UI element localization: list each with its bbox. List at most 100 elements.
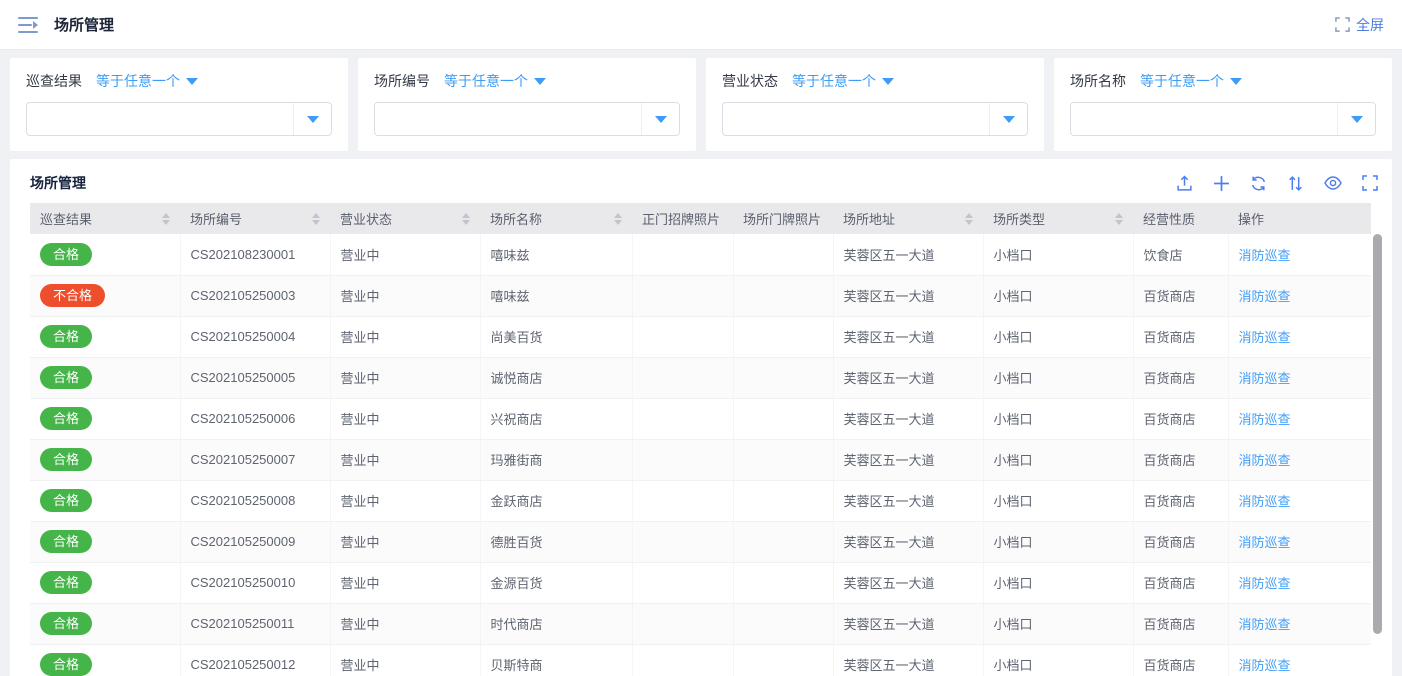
chevron-down-icon bbox=[655, 116, 667, 123]
fire-inspection-link[interactable]: 消防巡查 bbox=[1239, 658, 1291, 673]
cell-type: 小档口 bbox=[983, 562, 1133, 603]
column-header-result[interactable]: 巡查结果 bbox=[30, 203, 180, 234]
cell-front_photo bbox=[632, 275, 733, 316]
sort-carets-icon[interactable] bbox=[965, 213, 973, 225]
sort-icon[interactable] bbox=[1287, 175, 1304, 192]
cell-nature: 百货商店 bbox=[1133, 521, 1228, 562]
cell-address: 芙蓉区五一大道 bbox=[833, 398, 983, 439]
chevron-down-icon bbox=[186, 78, 198, 85]
fire-inspection-link[interactable]: 消防巡查 bbox=[1239, 494, 1291, 509]
table-scrollbar[interactable] bbox=[1373, 234, 1380, 676]
inspection-result-select[interactable] bbox=[26, 102, 332, 136]
filter-label: 巡查结果 bbox=[26, 71, 82, 91]
view-columns-icon[interactable] bbox=[1324, 174, 1342, 192]
cell-name: 金源百货 bbox=[480, 562, 632, 603]
filter-label: 营业状态 bbox=[722, 71, 778, 91]
filter-operator-dropdown[interactable]: 等于任意一个 bbox=[792, 71, 894, 91]
cell-nature: 百货商店 bbox=[1133, 275, 1228, 316]
fire-inspection-link[interactable]: 消防巡查 bbox=[1239, 248, 1291, 263]
cell-plate_photo bbox=[733, 316, 833, 357]
column-header-name[interactable]: 场所名称 bbox=[480, 203, 632, 234]
fire-inspection-link[interactable]: 消防巡查 bbox=[1239, 535, 1291, 550]
cell-front_photo bbox=[632, 603, 733, 644]
cell-result: 合格 bbox=[30, 316, 180, 357]
cell-action: 消防巡查 bbox=[1228, 275, 1371, 316]
column-header-status[interactable]: 营业状态 bbox=[330, 203, 480, 234]
cell-front_photo bbox=[632, 234, 733, 275]
sort-carets-icon[interactable] bbox=[1115, 213, 1123, 225]
sort-carets-icon[interactable] bbox=[312, 213, 320, 225]
cell-result: 不合格 bbox=[30, 275, 180, 316]
column-header-code[interactable]: 场所编号 bbox=[180, 203, 330, 234]
cell-code: CS202105250012 bbox=[180, 644, 330, 676]
table-header-row: 巡查结果场所编号营业状态场所名称正门招牌照片场所门牌照片场所地址场所类型经营性质… bbox=[30, 203, 1371, 234]
fullscreen-button[interactable]: 全屏 bbox=[1335, 15, 1384, 35]
add-icon[interactable] bbox=[1213, 175, 1230, 192]
fire-inspection-link[interactable]: 消防巡查 bbox=[1239, 576, 1291, 591]
filter-operator-dropdown[interactable]: 等于任意一个 bbox=[444, 71, 546, 91]
cell-name: 嘻味兹 bbox=[480, 234, 632, 275]
fire-inspection-link[interactable]: 消防巡查 bbox=[1239, 371, 1291, 386]
fire-inspection-link[interactable]: 消防巡查 bbox=[1239, 453, 1291, 468]
page-title: 场所管理 bbox=[54, 14, 114, 35]
filter-operator-dropdown[interactable]: 等于任意一个 bbox=[96, 71, 198, 91]
cell-plate_photo bbox=[733, 439, 833, 480]
cell-action: 消防巡查 bbox=[1228, 316, 1371, 357]
column-header-plate_photo: 场所门牌照片 bbox=[733, 203, 833, 234]
table-fullscreen-icon[interactable] bbox=[1362, 175, 1378, 191]
cell-result: 合格 bbox=[30, 603, 180, 644]
sort-carets-icon[interactable] bbox=[162, 213, 170, 225]
sort-carets-icon[interactable] bbox=[614, 213, 622, 225]
cell-type: 小档口 bbox=[983, 439, 1133, 480]
chevron-down-icon bbox=[534, 78, 546, 85]
cell-plate_photo bbox=[733, 234, 833, 275]
cell-status: 营业中 bbox=[330, 439, 480, 480]
export-icon[interactable] bbox=[1176, 175, 1193, 192]
business-status-select[interactable] bbox=[722, 102, 1028, 136]
cell-code: CS202105250008 bbox=[180, 480, 330, 521]
inspection-result-badge: 合格 bbox=[40, 612, 92, 635]
cell-action: 消防巡查 bbox=[1228, 521, 1371, 562]
fire-inspection-link[interactable]: 消防巡查 bbox=[1239, 617, 1291, 632]
fire-inspection-link[interactable]: 消防巡查 bbox=[1239, 412, 1291, 427]
cell-front_photo bbox=[632, 644, 733, 676]
chevron-down-icon bbox=[1230, 78, 1242, 85]
cell-nature: 百货商店 bbox=[1133, 357, 1228, 398]
cell-action: 消防巡查 bbox=[1228, 603, 1371, 644]
cell-status: 营业中 bbox=[330, 644, 480, 676]
column-header-type[interactable]: 场所类型 bbox=[983, 203, 1133, 234]
table-row: 合格CS202105250009营业中德胜百货芙蓉区五一大道小档口百货商店消防巡… bbox=[30, 521, 1371, 562]
chevron-down-icon bbox=[1351, 116, 1363, 123]
cell-result: 合格 bbox=[30, 357, 180, 398]
column-header-address[interactable]: 场所地址 bbox=[833, 203, 983, 234]
cell-name: 德胜百货 bbox=[480, 521, 632, 562]
inspection-result-badge: 不合格 bbox=[40, 284, 105, 307]
filter-operator-dropdown[interactable]: 等于任意一个 bbox=[1140, 71, 1242, 91]
cell-type: 小档口 bbox=[983, 234, 1133, 275]
sort-carets-icon[interactable] bbox=[462, 213, 470, 225]
table-row: 合格CS202105250007营业中玛雅街商芙蓉区五一大道小档口百货商店消防巡… bbox=[30, 439, 1371, 480]
cell-name: 时代商店 bbox=[480, 603, 632, 644]
cell-result: 合格 bbox=[30, 439, 180, 480]
cell-status: 营业中 bbox=[330, 234, 480, 275]
cell-code: CS202108230001 bbox=[180, 234, 330, 275]
inspection-result-badge: 合格 bbox=[40, 243, 92, 266]
place-code-select[interactable] bbox=[374, 102, 680, 136]
cell-status: 营业中 bbox=[330, 316, 480, 357]
column-header-front_photo: 正门招牌照片 bbox=[632, 203, 733, 234]
cell-address: 芙蓉区五一大道 bbox=[833, 439, 983, 480]
cell-plate_photo bbox=[733, 398, 833, 439]
fire-inspection-link[interactable]: 消防巡查 bbox=[1239, 330, 1291, 345]
menu-collapse-icon[interactable] bbox=[18, 17, 38, 33]
refresh-icon[interactable] bbox=[1250, 175, 1267, 192]
cell-plate_photo bbox=[733, 480, 833, 521]
table-row: 合格CS202108230001营业中嘻味兹芙蓉区五一大道小档口饮食店消防巡查 bbox=[30, 234, 1371, 275]
fire-inspection-link[interactable]: 消防巡查 bbox=[1239, 289, 1291, 304]
place-name-select[interactable] bbox=[1070, 102, 1376, 136]
column-header-action: 操作 bbox=[1228, 203, 1371, 234]
cell-address: 芙蓉区五一大道 bbox=[833, 603, 983, 644]
scrollbar-thumb[interactable] bbox=[1373, 234, 1382, 634]
filter-card-place-code: 场所编号 等于任意一个 bbox=[358, 58, 696, 151]
filter-card-business-status: 营业状态 等于任意一个 bbox=[706, 58, 1044, 151]
column-header-nature: 经营性质 bbox=[1133, 203, 1228, 234]
